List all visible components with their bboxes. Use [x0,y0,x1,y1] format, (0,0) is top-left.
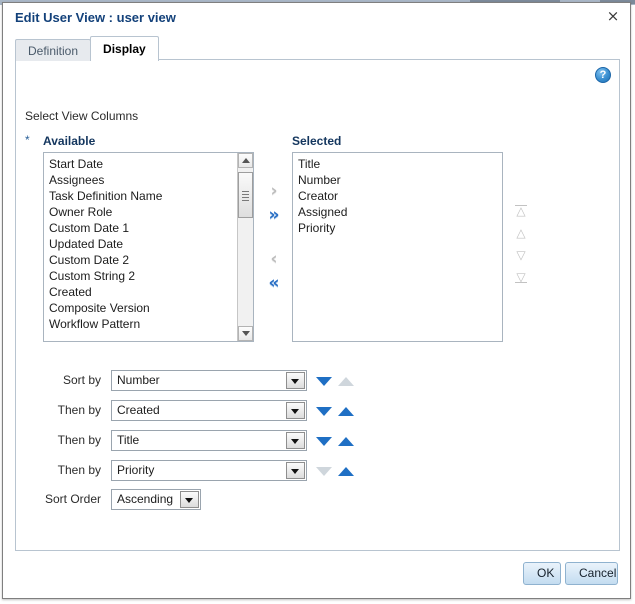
then-by-select-3[interactable]: Priority [111,460,307,481]
then-by-select-2[interactable]: Title [111,430,307,451]
tab-display[interactable]: Display [90,36,159,61]
scroll-up-icon[interactable] [238,153,253,168]
cancel-button[interactable]: Cancel [565,562,618,585]
move-right-icon[interactable]: › [261,180,287,202]
then-by-label-3: Then by [57,463,101,477]
then-by-label-1: Then by [57,403,101,417]
sort-ascending-icon[interactable] [338,407,354,416]
then-by-row-2: Then by Title [25,430,365,452]
select-view-columns-label: Select View Columns [25,109,139,123]
chevron-down-icon[interactable] [286,372,305,389]
list-item[interactable]: Assignees [44,172,238,188]
sort-descending-icon[interactable] [316,377,332,386]
then-by-select-1[interactable]: Created [111,400,307,421]
sort-ascending-icon[interactable] [338,377,354,386]
sort-by-row: Sort by Number [25,370,365,392]
dialog-titlebar: Edit User View : user view × [3,3,630,31]
close-icon[interactable]: × [604,7,622,25]
then-by-direction-group-1 [316,402,362,420]
chevron-down-icon[interactable] [180,491,199,508]
transfer-button-group: › » ‹ « [261,180,291,296]
dialog-footer: OK Cancel [3,552,630,598]
sort-order-row: Sort Order Ascending [25,489,365,511]
sort-order-select[interactable]: Ascending [111,489,201,510]
list-item[interactable]: Custom Date 1 [44,220,238,236]
list-item[interactable]: Creator [293,188,502,204]
sort-descending-icon[interactable] [316,467,332,476]
list-item[interactable]: Custom Date 2 [44,252,238,268]
then-by-value-2: Title [117,433,140,447]
ok-button[interactable]: OK [523,562,561,585]
chevron-down-icon[interactable] [286,402,305,419]
sort-descending-icon[interactable] [316,437,332,446]
then-by-value-1: Created [117,403,160,417]
help-icon[interactable]: ? [595,67,611,83]
sort-by-select[interactable]: Number [111,370,307,391]
scroll-down-icon[interactable] [238,326,253,341]
list-item[interactable]: Owner Role [44,204,238,220]
list-item[interactable]: Assigned [293,204,502,220]
then-by-label-2: Then by [57,433,101,447]
scrollbar-thumb[interactable] [238,172,253,218]
available-items: Start Date Assignees Task Definition Nam… [44,153,238,332]
list-item[interactable]: Task Definition Name [44,188,238,204]
available-listbox[interactable]: Start Date Assignees Task Definition Nam… [43,152,254,342]
move-left-icon[interactable]: ‹ [261,248,287,270]
list-item[interactable]: Workflow Pattern [44,316,238,332]
move-to-top-icon[interactable]: △ [510,200,532,222]
sort-ascending-icon[interactable] [338,437,354,446]
then-by-value-3: Priority [117,463,155,477]
list-item[interactable]: Title [293,156,502,172]
reorder-button-group: △ △ ▽ ▽ [510,200,536,288]
move-to-bottom-icon[interactable]: ▽ [510,266,532,288]
list-item[interactable]: Created [44,284,238,300]
selected-list-header: Selected [292,134,342,148]
then-by-direction-group-2 [316,432,362,450]
move-all-right-icon[interactable]: » [261,204,287,226]
tab-bar: Definition Display [15,35,159,61]
list-item[interactable]: Custom String 2 [44,268,238,284]
then-by-row-1: Then by Created [25,400,365,422]
list-item[interactable]: Number [293,172,502,188]
list-item[interactable]: Updated Date [44,236,238,252]
selected-items: Title Number Creator Assigned Priority [293,153,502,236]
dialog-title: Edit User View : user view [15,10,176,25]
move-all-left-icon[interactable]: « [261,272,287,294]
required-asterisk: * [25,133,30,147]
move-up-icon[interactable]: △ [510,222,532,244]
chevron-down-icon[interactable] [286,432,305,449]
sort-by-value: Number [117,373,160,387]
sort-by-label: Sort by [62,373,101,387]
sort-ascending-icon[interactable] [338,467,354,476]
sort-descending-icon[interactable] [316,407,332,416]
sort-order-value: Ascending [117,492,174,506]
list-item[interactable]: Priority [293,220,502,236]
available-list-header: Available [43,134,96,148]
chevron-down-icon[interactable] [286,462,305,479]
edit-user-view-dialog: Edit User View : user view × Definition … [2,2,631,599]
move-down-icon[interactable]: ▽ [510,244,532,266]
list-item[interactable]: Composite Version [44,300,238,316]
then-by-direction-group-3 [316,462,362,480]
sort-order-label: Sort Order [44,492,101,506]
then-by-row-3: Then by Priority [25,460,365,482]
tab-definition[interactable]: Definition [15,39,92,61]
sort-by-direction-group [316,372,362,390]
available-list-scrollbar[interactable] [237,153,253,341]
display-tab-panel: ? Select View Columns * Available Select… [15,59,620,551]
selected-listbox[interactable]: Title Number Creator Assigned Priority [292,152,503,342]
list-item[interactable]: Start Date [44,156,238,172]
